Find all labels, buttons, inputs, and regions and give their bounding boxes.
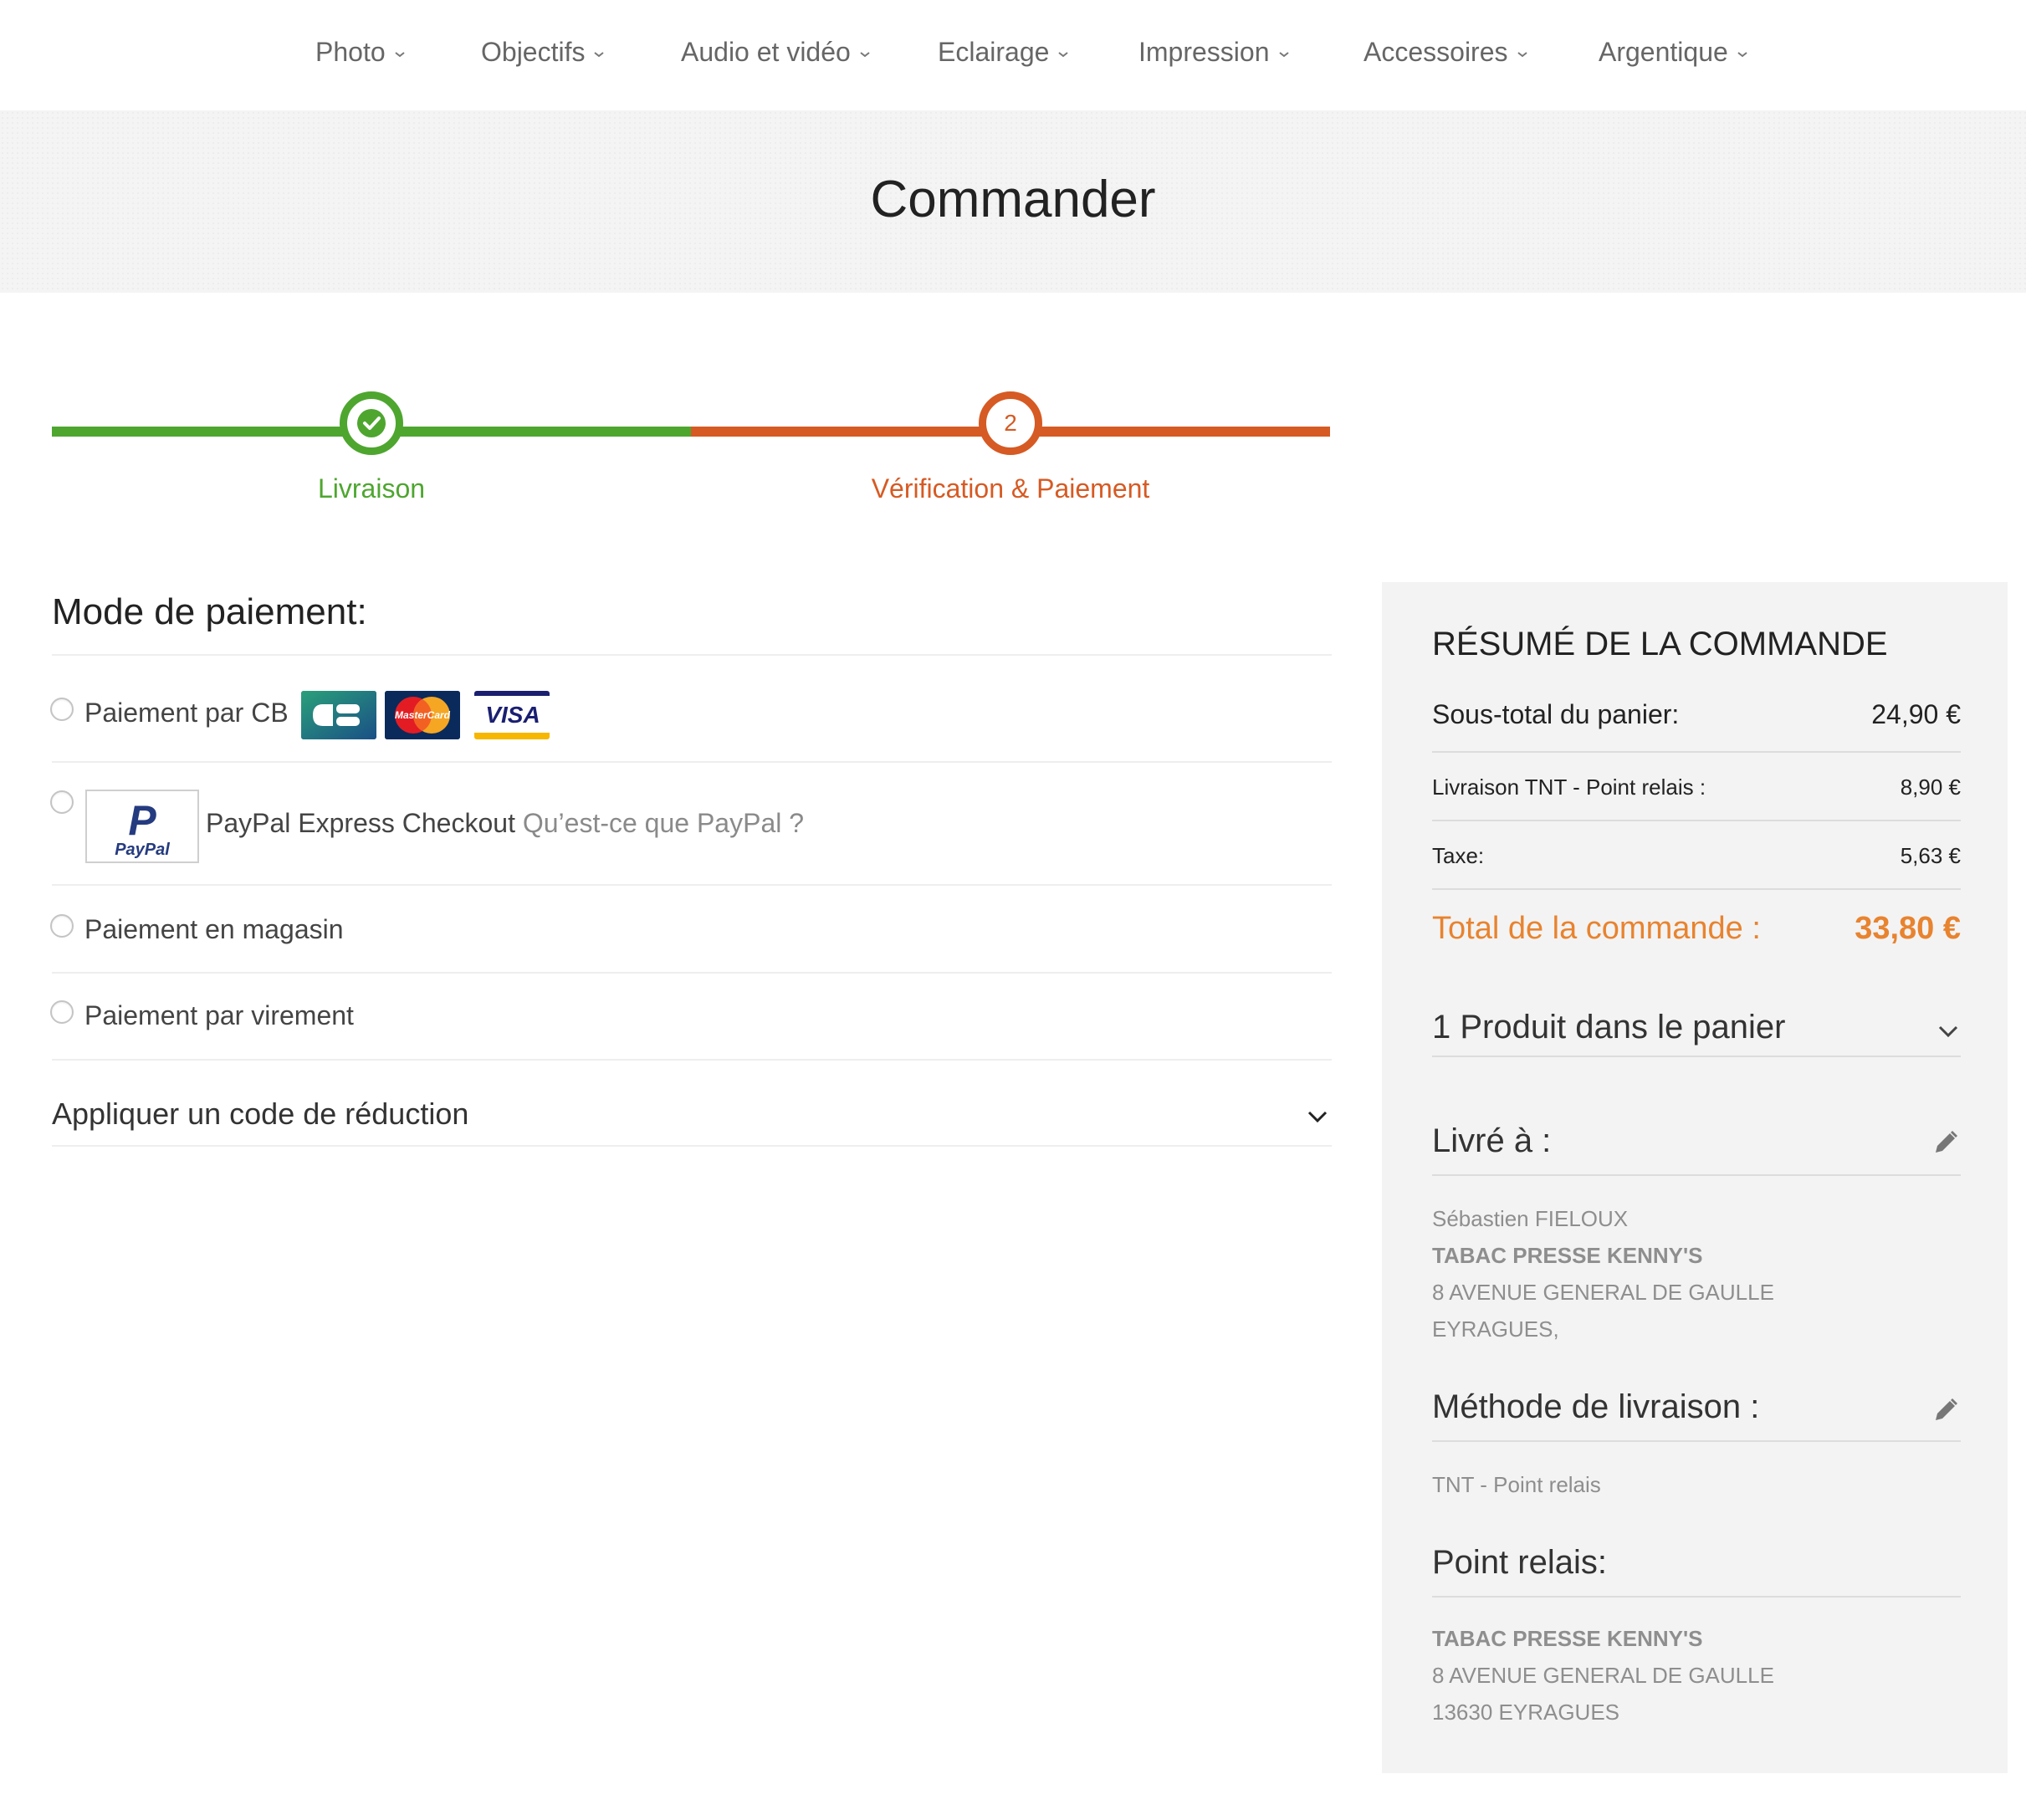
payment-paypal-option[interactable]: PayPal Express Checkout Qu’est-ce que Pa… <box>206 806 804 840</box>
paypal-logo-letter: P <box>128 797 156 844</box>
check-icon <box>357 409 386 437</box>
chevron-down-icon[interactable] <box>1937 1024 1959 1039</box>
tax-label: Taxe: <box>1432 843 1485 868</box>
nav-item-photo[interactable]: Photo <box>315 33 406 70</box>
chevron-down-icon <box>1517 51 1527 57</box>
nav-item-label: Accessoires <box>1363 37 1508 67</box>
divider <box>52 1145 1332 1147</box>
divider <box>52 884 1332 886</box>
cb-card-logo <box>301 691 376 739</box>
pencil-icon[interactable] <box>1932 1397 1959 1424</box>
nav-item-impression[interactable]: Impression <box>1138 33 1290 70</box>
step-verification-circle: 2 <box>979 391 1042 455</box>
nav-item-label: Audio et vidéo <box>681 37 851 67</box>
pencil-icon[interactable] <box>1932 1129 1959 1156</box>
relay-point-title: Point relais: <box>1432 1544 1607 1581</box>
paypal-logo-wordmark: PayPal <box>115 841 170 859</box>
divider <box>1432 1174 1961 1176</box>
nav-item-argentique[interactable]: Argentique <box>1599 33 1748 70</box>
payment-virement-radio[interactable] <box>50 1000 74 1024</box>
delivered-to-title: Livré à : <box>1432 1122 1552 1159</box>
divider <box>1432 751 1961 753</box>
payment-magasin-radio[interactable] <box>50 914 74 938</box>
visa-logo-text: VISA <box>485 702 540 728</box>
order-summary-panel: RÉSUMÉ DE LA COMMANDE Sous-total du pani… <box>1382 582 2008 1773</box>
nav-item-objectifs[interactable]: Objectifs <box>481 33 605 70</box>
tax-value: 5,63 € <box>1900 843 1961 868</box>
nav-item-label: Impression <box>1138 37 1270 67</box>
divider <box>1432 1596 1961 1598</box>
shipping-method-value: TNT - Point relais <box>1432 1472 1601 1497</box>
relay-company: TABAC PRESSE KENNY'S <box>1432 1626 1703 1651</box>
relay-city: 13630 EYRAGUES <box>1432 1700 1620 1725</box>
chevron-down-icon <box>594 51 605 57</box>
delivery-company: TABAC PRESSE KENNY'S <box>1432 1243 1703 1268</box>
subtotal-value: 24,90 € <box>1871 699 1961 729</box>
delivery-street: 8 AVENUE GENERAL DE GAULLE <box>1432 1280 1774 1305</box>
discount-code-toggle[interactable]: Appliquer un code de réduction <box>52 1096 468 1132</box>
nav-item-label: Argentique <box>1599 37 1728 67</box>
divider <box>52 972 1332 974</box>
payment-cb-radio[interactable] <box>50 698 74 721</box>
paypal-logo: P PayPal <box>85 790 199 863</box>
nav-item-label: Eclairage <box>938 37 1050 67</box>
total-value: 33,80 € <box>1855 911 1961 946</box>
order-summary-title: RÉSUMÉ DE LA COMMANDE <box>1432 626 1888 662</box>
checkout-stepper: 2 Livraison Vérification & Paiement <box>0 368 1338 535</box>
top-navigation: Photo Objectifs Audio et vidéo Eclairage… <box>0 0 2026 110</box>
cart-products-toggle[interactable]: 1 Produit dans le panier <box>1432 1007 1786 1047</box>
divider <box>1432 888 1961 890</box>
chevron-down-icon <box>1278 51 1289 57</box>
mastercard-logo-text: MasterCard <box>395 709 451 721</box>
what-is-paypal-link[interactable]: Qu’est-ce que PayPal ? <box>523 808 804 838</box>
payment-magasin-label[interactable]: Paiement en magasin <box>84 913 344 946</box>
divider <box>52 654 1332 656</box>
step-livraison-circle[interactable] <box>340 391 403 455</box>
subtotal-label: Sous-total du panier: <box>1432 699 1680 729</box>
payment-paypal-radio[interactable] <box>50 790 74 814</box>
payment-virement-label[interactable]: Paiement par virement <box>84 999 354 1032</box>
chevron-down-icon <box>860 51 870 57</box>
divider <box>1432 1440 1961 1442</box>
step-livraison-label[interactable]: Livraison <box>204 472 539 505</box>
payment-paypal-label: PayPal Express Checkout <box>206 808 515 838</box>
chevron-down-icon[interactable] <box>1307 1109 1328 1124</box>
page-title: Commander <box>870 171 1156 228</box>
payment-cb-label[interactable]: Paiement par CB <box>84 696 289 729</box>
chevron-down-icon <box>395 51 405 57</box>
divider <box>52 1059 1332 1061</box>
step-verification-label: Vérification & Paiement <box>871 473 1150 504</box>
subtotal-row: Sous-total du panier: 24,90 € <box>1432 698 1961 731</box>
shipping-method-title: Méthode de livraison : <box>1432 1388 1760 1425</box>
chevron-down-icon <box>1737 51 1747 57</box>
shipping-row: Livraison TNT - Point relais : 8,90 € <box>1432 773 1961 801</box>
chevron-down-icon <box>1058 51 1069 57</box>
page-header-banner: Commander <box>0 110 2026 293</box>
visa-card-logo: VISA <box>474 691 550 739</box>
payment-section-title: Mode de paiement: <box>52 591 367 632</box>
total-label: Total de la commande : <box>1432 911 1761 946</box>
nav-item-eclairage[interactable]: Eclairage <box>938 33 1069 70</box>
tax-row: Taxe: 5,63 € <box>1432 841 1961 870</box>
divider <box>52 761 1332 763</box>
divider <box>1432 1056 1961 1057</box>
delivery-name: Sébastien FIELOUX <box>1432 1206 1629 1231</box>
mastercard-logo: MasterCard <box>385 691 460 739</box>
step-number: 2 <box>1004 410 1017 436</box>
nav-item-accessoires[interactable]: Accessoires <box>1363 33 1528 70</box>
divider <box>1432 820 1961 821</box>
shipping-value: 8,90 € <box>1900 775 1961 800</box>
relay-street: 8 AVENUE GENERAL DE GAULLE <box>1432 1663 1774 1688</box>
nav-item-label: Objectifs <box>481 37 586 67</box>
nav-item-audio-video[interactable]: Audio et vidéo <box>681 33 871 70</box>
shipping-label: Livraison TNT - Point relais : <box>1432 775 1706 800</box>
total-row: Total de la commande : 33,80 € <box>1432 908 1961 948</box>
delivery-city: EYRAGUES, <box>1432 1316 1559 1342</box>
nav-item-label: Photo <box>315 37 386 67</box>
